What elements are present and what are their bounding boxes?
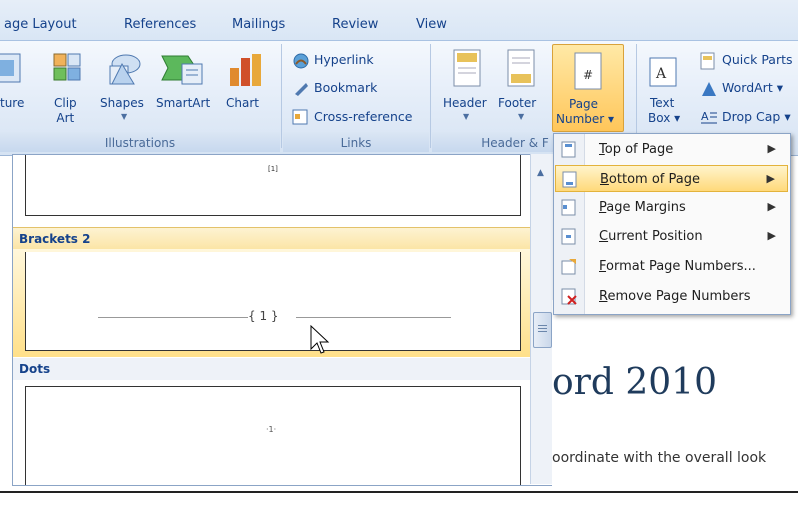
- quick-parts-button[interactable]: Quick Parts: [722, 52, 793, 67]
- header-dropdown-arrow[interactable]: ▼: [463, 112, 469, 121]
- svg-text:A: A: [701, 110, 709, 123]
- group-divider: [281, 44, 282, 148]
- current-position-icon: [561, 228, 576, 245]
- chart-icon[interactable]: [226, 50, 266, 90]
- bookmark-icon: [292, 80, 310, 98]
- links-group-label: Links: [340, 136, 372, 150]
- document-page: ord 2010 oordinate with the overall look: [552, 300, 798, 490]
- svg-text:A: A: [655, 66, 667, 82]
- page-number-icon: #: [574, 52, 602, 90]
- format-page-numbers-icon: [561, 259, 576, 275]
- document-text-line: oordinate with the overall look: [552, 450, 767, 466]
- clip-art-label: Clip Art: [54, 96, 77, 125]
- document-heading: ord 2010: [552, 362, 717, 403]
- cross-reference-icon: [292, 108, 310, 126]
- wordart-button[interactable]: WordArt ▾: [722, 80, 783, 95]
- ribbon-tab-bar: age Layout References Mailings Review Vi…: [0, 0, 798, 40]
- footer-button[interactable]: Footer: [498, 96, 536, 111]
- text-box-label-2[interactable]: Box ▾: [648, 111, 680, 126]
- page-margins-icon: [561, 199, 576, 216]
- bracket-number: { 1 }: [248, 309, 279, 323]
- drop-cap-button[interactable]: Drop Cap ▾: [722, 109, 791, 124]
- menu-item-label: Bottom of Page: [600, 172, 700, 187]
- clip-art-icon[interactable]: [52, 50, 82, 86]
- menu-item-top-of-page[interactable]: Top of Page ▶: [555, 136, 788, 163]
- bottom-of-page-icon: [562, 171, 577, 188]
- page-number-gallery: [1] Brackets 2 { 1 } Dots ·1·: [12, 154, 554, 486]
- hyperlink-icon: [292, 52, 310, 70]
- gallery-scrollbar[interactable]: ▲: [530, 154, 553, 484]
- scroll-thumb[interactable]: [533, 312, 552, 348]
- bracket-line-right: [296, 317, 451, 318]
- quick-parts-icon: [700, 52, 716, 70]
- page-number-menu: Top of Page ▶ Bottom of Page ▶ Page Marg…: [553, 133, 791, 315]
- gallery-section-brackets-2: Brackets 2: [13, 227, 531, 249]
- menu-item-label: Current Position: [599, 229, 703, 244]
- bottom-border: [0, 491, 798, 510]
- page-number-mark: [1]: [268, 165, 278, 173]
- tab-view[interactable]: View: [416, 17, 447, 32]
- gallery-item-plain[interactable]: [1]: [25, 155, 521, 216]
- smartart-icon[interactable]: [158, 50, 206, 90]
- menu-item-current-position[interactable]: Current Position ▶: [555, 223, 788, 250]
- submenu-arrow-icon: ▶: [767, 229, 776, 242]
- tab-review[interactable]: Review: [332, 17, 378, 32]
- shapes-label: Shapes: [100, 96, 144, 110]
- shapes-dropdown-arrow[interactable]: ▼: [121, 112, 127, 121]
- page-number-label-1: Page: [569, 97, 599, 111]
- group-divider: [430, 44, 431, 148]
- smartart-label: SmartArt: [156, 96, 211, 110]
- mouse-cursor-icon: [310, 325, 330, 354]
- dots-mark: ·1·: [266, 425, 277, 434]
- svg-text:#: #: [583, 68, 593, 82]
- menu-item-label: Page Margins: [599, 200, 686, 215]
- top-of-page-icon: [561, 141, 576, 158]
- page-number-label-2: Number ▾: [556, 112, 615, 126]
- menu-item-label: Top of Page: [599, 142, 674, 157]
- gallery-item-dots[interactable]: ·1·: [25, 386, 521, 485]
- text-box-icon[interactable]: A: [648, 54, 678, 90]
- submenu-arrow-icon: ▶: [766, 172, 775, 185]
- menu-item-format-page-numbers[interactable]: Format Page Numbers...: [555, 253, 788, 280]
- header-footer-group-label: Header & F: [481, 136, 549, 150]
- remove-page-numbers-icon: [561, 288, 577, 305]
- drop-cap-icon: A: [700, 108, 718, 126]
- tab-mailings[interactable]: Mailings: [232, 17, 285, 32]
- chart-label: Chart: [226, 96, 259, 110]
- menu-item-bottom-of-page[interactable]: Bottom of Page ▶: [555, 165, 788, 192]
- menu-item-page-margins[interactable]: Page Margins ▶: [555, 194, 788, 221]
- menu-item-remove-page-numbers[interactable]: Remove Page Numbers: [555, 283, 788, 310]
- wordart-icon: [700, 80, 718, 98]
- tab-references[interactable]: References: [124, 17, 196, 32]
- page-number-button[interactable]: # Page Number ▾: [552, 44, 624, 132]
- picture-icon[interactable]: [0, 50, 22, 86]
- text-box-label-1: Text: [650, 96, 675, 110]
- tab-page-layout[interactable]: age Layout: [4, 17, 77, 32]
- scroll-up-icon[interactable]: ▲: [537, 168, 544, 178]
- shapes-icon[interactable]: [104, 50, 144, 90]
- bracket-line-left: [98, 317, 248, 318]
- header-button[interactable]: Header: [443, 96, 487, 111]
- gallery-section-dots: Dots: [13, 358, 531, 380]
- picture-label: ture: [0, 96, 25, 110]
- bookmark-button[interactable]: Bookmark: [314, 80, 377, 95]
- cross-reference-button[interactable]: Cross-reference: [314, 109, 412, 124]
- illustrations-group-label: Illustrations: [104, 136, 176, 150]
- menu-item-label: Remove Page Numbers: [599, 289, 751, 304]
- footer-icon[interactable]: [506, 48, 536, 88]
- submenu-arrow-icon: ▶: [767, 142, 776, 155]
- menu-item-label: Format Page Numbers...: [599, 259, 756, 274]
- footer-dropdown-arrow[interactable]: ▼: [518, 112, 524, 121]
- gallery-item-brackets-2[interactable]: { 1 }: [25, 252, 521, 351]
- submenu-arrow-icon: ▶: [767, 200, 776, 213]
- header-icon[interactable]: [452, 48, 482, 88]
- hyperlink-button[interactable]: Hyperlink: [314, 52, 374, 67]
